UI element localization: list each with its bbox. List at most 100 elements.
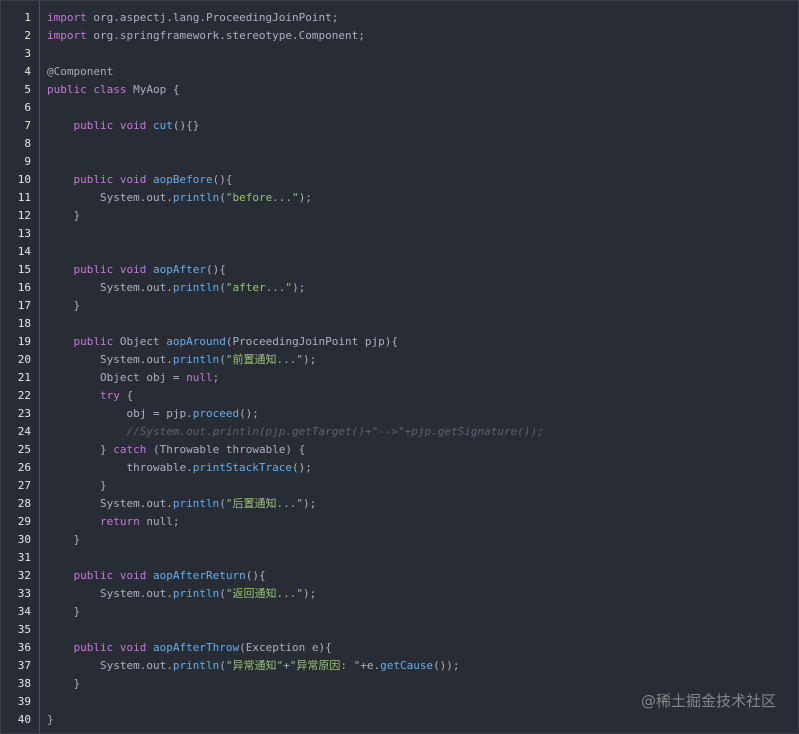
code-token: "异常通知"	[225, 659, 284, 672]
line-source: Object obj = null;	[39, 369, 219, 387]
line-source: }	[39, 675, 80, 693]
code-token: public void	[73, 173, 147, 186]
line-source	[39, 135, 47, 153]
code-line[interactable]: 14	[1, 243, 798, 261]
code-token: (){	[205, 263, 226, 276]
line-number: 38	[17, 677, 31, 690]
watermark: @稀土掘金技术社区	[640, 692, 776, 710]
line-number: 19	[17, 335, 31, 348]
line-source: System.out.println("异常通知"+"异常原因: "+e.get…	[39, 657, 460, 675]
line-source: }	[39, 531, 80, 549]
line-number: 10	[17, 173, 31, 186]
code-token: import	[47, 11, 87, 24]
line-source: System.out.println("后置通知...");	[39, 495, 316, 513]
line-number: 34	[17, 605, 31, 618]
code-token: public void	[73, 569, 147, 582]
code-line[interactable]: 3	[1, 45, 798, 63]
code-token: return	[99, 515, 140, 528]
code-token: (Exception e){	[239, 641, 332, 654]
code-line[interactable]: 19 public Object aopAround(ProceedingJoi…	[1, 333, 798, 351]
code-line[interactable]: 21 Object obj = null;	[1, 369, 798, 387]
line-source	[39, 225, 47, 243]
line-source	[39, 45, 47, 63]
code-line[interactable]: 40}	[1, 711, 798, 729]
code-token: System.out.	[47, 659, 173, 672]
code-token: "前置通知..."	[225, 353, 303, 366]
code-line[interactable]: 37 System.out.println("异常通知"+"异常原因: "+e.…	[1, 657, 798, 675]
code-area[interactable]: 1 import org.aspectj.lang.ProceedingJoinP…	[1, 9, 798, 729]
code-token: "before..."	[225, 191, 299, 204]
code-line[interactable]: 36 public void aopAfterThrow(Exception e…	[1, 639, 798, 657]
code-line[interactable]: 5 public class MyAop {	[1, 81, 798, 99]
code-line[interactable]: 12 }	[1, 207, 798, 225]
code-token: public void	[73, 119, 147, 132]
code-line[interactable]: 4 @Component	[1, 63, 798, 81]
code-token: ;	[212, 371, 220, 384]
code-line[interactable]: 24 //System.out.println(pjp.getTarget()+…	[1, 423, 798, 441]
code-line[interactable]: 11 System.out.println("before...");	[1, 189, 798, 207]
line-number: 4	[24, 65, 31, 78]
line-number: 28	[17, 497, 31, 510]
code-line[interactable]: 13	[1, 225, 798, 243]
code-line[interactable]: 20 System.out.println("前置通知...");	[1, 351, 798, 369]
code-token: (	[219, 659, 226, 672]
code-line[interactable]: 6	[1, 99, 798, 117]
code-token: +e.	[360, 659, 381, 672]
code-line[interactable]: 22 try {	[1, 387, 798, 405]
code-line[interactable]: 2 import org.springframework.stereotype.C…	[1, 27, 798, 45]
line-source: public void aopAfter(){	[39, 261, 226, 279]
code-line[interactable]: 30 }	[1, 531, 798, 549]
code-line[interactable]: 28 System.out.println("后置通知...");	[1, 495, 798, 513]
code-token: printStackTrace	[192, 461, 293, 474]
code-token: System.out.	[47, 497, 173, 510]
line-number: 8	[24, 137, 31, 150]
line-number: 29	[17, 515, 31, 528]
code-line[interactable]: 26 throwable.printStackTrace();	[1, 459, 798, 477]
code-line[interactable]: 7 public void cut(){}	[1, 117, 798, 135]
code-line[interactable]: 33 System.out.println("返回通知...");	[1, 585, 798, 603]
line-number: 37	[17, 659, 31, 672]
code-line[interactable]: 15 public void aopAfter(){	[1, 261, 798, 279]
code-token: );	[302, 353, 317, 366]
line-number: 17	[17, 299, 31, 312]
line-source: public void aopAfterReturn(){	[39, 567, 266, 585]
code-line[interactable]: 10 public void aopBefore(){	[1, 171, 798, 189]
code-line[interactable]: 27 }	[1, 477, 798, 495]
code-line[interactable]: 25 } catch (Throwable throwable) {	[1, 441, 798, 459]
line-source: System.out.println("before...");	[39, 189, 312, 207]
code-token: aopAround	[166, 335, 226, 348]
code-token: }	[47, 713, 54, 726]
code-token: null;	[139, 515, 180, 528]
line-number: 35	[17, 623, 31, 636]
code-line[interactable]: 8	[1, 135, 798, 153]
code-line[interactable]: 29 return null;	[1, 513, 798, 531]
line-number: 18	[17, 317, 31, 330]
code-token: println	[172, 281, 220, 294]
code-token: System.out.	[47, 281, 173, 294]
code-line[interactable]: 23 obj = pjp.proceed();	[1, 405, 798, 423]
code-line[interactable]: 32 public void aopAfterReturn(){	[1, 567, 798, 585]
code-editor[interactable]: 1 import org.aspectj.lang.ProceedingJoinP…	[0, 0, 799, 734]
code-token: +	[283, 659, 290, 672]
line-number: 32	[17, 569, 31, 582]
code-token: public	[73, 335, 114, 348]
line-source: }	[39, 207, 80, 225]
code-line[interactable]: 9	[1, 153, 798, 171]
line-number: 20	[17, 353, 31, 366]
code-line[interactable]: 16 System.out.println("after...");	[1, 279, 798, 297]
line-number: 30	[17, 533, 31, 546]
line-source: //System.out.println(pjp.getTarget()+"--…	[39, 423, 543, 441]
code-line[interactable]: 18	[1, 315, 798, 333]
code-line[interactable]: 34 }	[1, 603, 798, 621]
line-number: 5	[24, 83, 31, 96]
code-line[interactable]: 35	[1, 621, 798, 639]
line-number: 14	[17, 245, 31, 258]
code-line[interactable]: 1 import org.aspectj.lang.ProceedingJoinP…	[1, 9, 798, 27]
code-line[interactable]: 17 }	[1, 297, 798, 315]
line-number: 1	[24, 11, 31, 24]
code-line[interactable]: 31	[1, 549, 798, 567]
code-token: (	[219, 497, 226, 510]
